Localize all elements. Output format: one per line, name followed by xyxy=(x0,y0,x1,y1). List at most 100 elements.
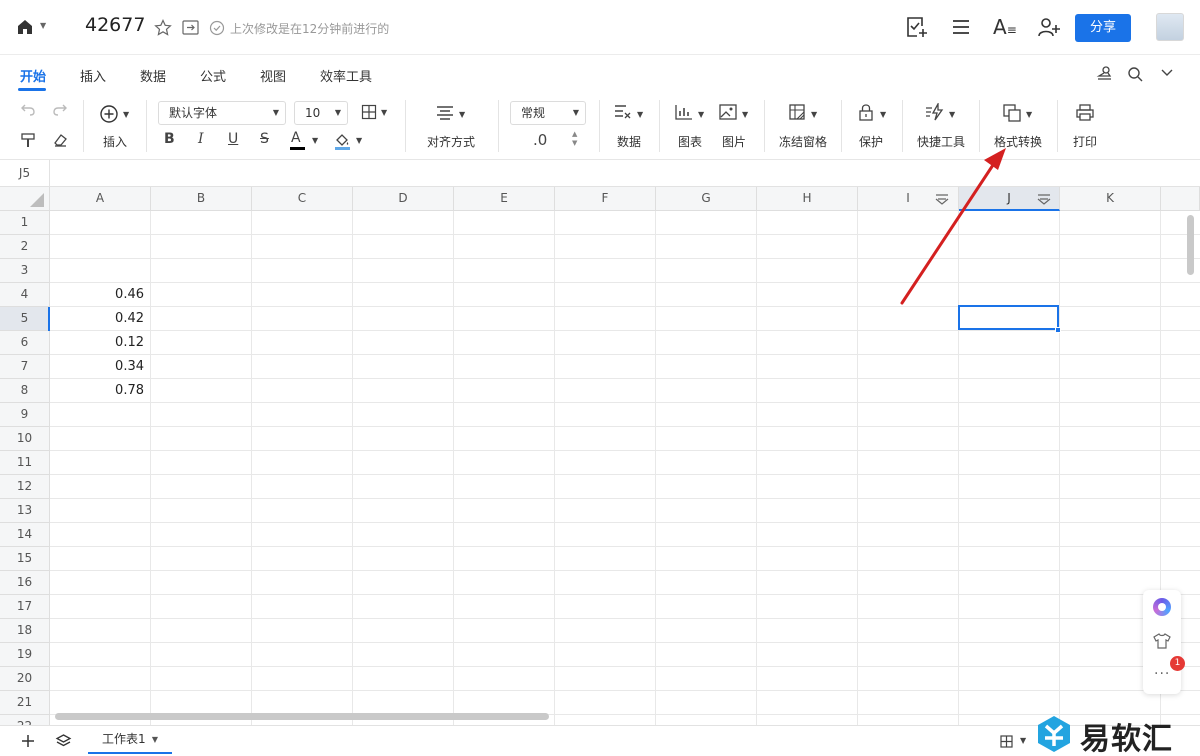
row-header-11[interactable]: 11 xyxy=(0,451,50,475)
print-label[interactable]: 打印 xyxy=(1073,133,1097,150)
row-header-14[interactable]: 14 xyxy=(0,523,50,547)
chevron-down-icon[interactable] xyxy=(1160,68,1174,78)
fill-handle[interactable] xyxy=(1055,327,1061,333)
data-icon[interactable] xyxy=(614,104,632,121)
row-header-19[interactable]: 19 xyxy=(0,643,50,667)
sheet-tab-caret-icon[interactable]: ▼ xyxy=(152,726,158,753)
format-convert-icon[interactable] xyxy=(1003,104,1021,122)
column-header-k[interactable]: K xyxy=(1060,187,1161,211)
freeze-caret-icon[interactable]: ▼ xyxy=(811,110,817,119)
sheet-tab-1[interactable]: 工作表1 ▼ xyxy=(88,726,172,754)
document-title[interactable]: 42677 xyxy=(85,14,145,36)
align-label[interactable]: 对齐方式 xyxy=(427,133,475,150)
cell-a8[interactable]: 0.78 xyxy=(50,379,144,403)
quick-tools-icon[interactable] xyxy=(925,103,945,121)
underline-button[interactable]: U xyxy=(228,131,238,147)
cell-a7[interactable]: 0.34 xyxy=(50,355,144,379)
tab-formula[interactable]: 公式 xyxy=(200,66,226,85)
column-header-c[interactable]: C xyxy=(252,187,353,211)
chart-icon[interactable] xyxy=(675,104,693,120)
insert-label[interactable]: 插入 xyxy=(103,133,127,150)
protect-label[interactable]: 保护 xyxy=(859,133,883,150)
task-add-icon[interactable] xyxy=(905,16,929,38)
fill-color-caret-icon[interactable]: ▼ xyxy=(356,136,362,145)
avatar[interactable] xyxy=(1156,13,1184,41)
freeze-panes-label[interactable]: 冻结窗格 xyxy=(779,133,827,150)
border-caret-icon[interactable]: ▼ xyxy=(381,108,387,117)
bold-button[interactable]: B xyxy=(164,131,175,147)
column-header-f[interactable]: F xyxy=(555,187,656,211)
row-header-6[interactable]: 6 xyxy=(0,331,50,355)
search-icon[interactable] xyxy=(1127,66,1143,82)
row-header-20[interactable]: 20 xyxy=(0,667,50,691)
number-format-select[interactable]: 常规 ▼ xyxy=(510,101,586,125)
view-caret-icon[interactable]: ▼ xyxy=(1020,736,1026,745)
select-all-corner[interactable] xyxy=(0,187,50,211)
image-label[interactable]: 图片 xyxy=(722,133,746,150)
eraser-icon[interactable] xyxy=(52,132,68,148)
column-header-a[interactable]: A xyxy=(50,187,151,211)
align-icon[interactable] xyxy=(436,105,454,120)
freeze-panes-icon[interactable] xyxy=(789,104,805,120)
cell-a4[interactable]: 0.46 xyxy=(50,283,144,307)
row-header-10[interactable]: 10 xyxy=(0,427,50,451)
horizontal-scrollbar[interactable] xyxy=(55,713,549,720)
cell-a5[interactable]: 0.42 xyxy=(50,307,144,331)
grid-view-icon[interactable] xyxy=(1000,735,1013,748)
move-to-folder-icon[interactable] xyxy=(182,20,199,35)
quick-tools-caret-icon[interactable]: ▼ xyxy=(949,110,955,119)
image-icon[interactable] xyxy=(719,104,737,120)
home-dropdown-caret-icon[interactable]: ▼ xyxy=(40,21,46,30)
column-header-b[interactable]: B xyxy=(151,187,252,211)
column-header-e[interactable]: E xyxy=(454,187,555,211)
strikethrough-button[interactable]: S xyxy=(260,131,269,147)
cell-a6[interactable]: 0.12 xyxy=(50,331,144,355)
lock-icon[interactable] xyxy=(859,103,873,121)
insert-plus-icon[interactable] xyxy=(99,104,119,124)
row-header-8[interactable]: 8 xyxy=(0,379,50,403)
sheet-grid[interactable]: ABCDEFGHIJK 1 2 3 4 5 6 7 8 9 10 11 12 13 14 15 16 17 18 1… xyxy=(0,187,1200,725)
data-label[interactable]: 数据 xyxy=(617,133,641,150)
row-header-12[interactable]: 12 xyxy=(0,475,50,499)
tab-view[interactable]: 视图 xyxy=(260,66,286,85)
column-filter-icon[interactable] xyxy=(934,192,950,206)
row-header-3[interactable]: 3 xyxy=(0,259,50,283)
row-header-9[interactable]: 9 xyxy=(0,403,50,427)
decimal-stepper-icon[interactable]: ▲ ▼ xyxy=(572,130,577,148)
insert-caret-icon[interactable]: ▼ xyxy=(123,110,129,119)
row-header-22[interactable]: 22 xyxy=(0,715,50,725)
home-icon[interactable] xyxy=(16,18,34,36)
vertical-scrollbar[interactable] xyxy=(1187,215,1194,275)
tab-efficiency-tools[interactable]: 效率工具 xyxy=(320,66,372,85)
align-caret-icon[interactable]: ▼ xyxy=(459,110,465,119)
star-icon[interactable] xyxy=(154,19,172,37)
font-size-select[interactable]: 10 ▼ xyxy=(294,101,348,125)
redo-icon[interactable] xyxy=(52,103,68,117)
row-header-13[interactable]: 13 xyxy=(0,499,50,523)
font-family-select[interactable]: 默认字体 ▼ xyxy=(158,101,286,125)
tab-insert[interactable]: 插入 xyxy=(80,66,106,85)
row-header-1[interactable]: 1 xyxy=(0,211,50,235)
chart-label[interactable]: 图表 xyxy=(678,133,702,150)
format-convert-label[interactable]: 格式转换 xyxy=(994,133,1042,150)
font-color-button[interactable]: A xyxy=(291,130,301,146)
row-header-7[interactable]: 7 xyxy=(0,355,50,379)
format-convert-caret-icon[interactable]: ▼ xyxy=(1026,110,1032,119)
add-sheet-icon[interactable] xyxy=(20,733,36,749)
row-header-16[interactable]: 16 xyxy=(0,571,50,595)
column-header-h[interactable]: H xyxy=(757,187,858,211)
row-header-2[interactable]: 2 xyxy=(0,235,50,259)
format-painter-icon[interactable] xyxy=(20,132,36,148)
row-header-15[interactable]: 15 xyxy=(0,547,50,571)
chart-caret-icon[interactable]: ▼ xyxy=(698,110,704,119)
italic-button[interactable]: I xyxy=(198,131,204,147)
quick-tools-label[interactable]: 快捷工具 xyxy=(917,133,965,150)
font-color-caret-icon[interactable]: ▼ xyxy=(312,136,318,145)
data-caret-icon[interactable]: ▼ xyxy=(637,110,643,119)
column-header-g[interactable]: G xyxy=(656,187,757,211)
column-header-partial[interactable] xyxy=(1161,187,1200,211)
row-header-21[interactable]: 21 xyxy=(0,691,50,715)
column-filter-icon[interactable] xyxy=(1036,192,1052,206)
sheet-list-layers-icon[interactable] xyxy=(55,733,72,749)
name-box[interactable]: J5 xyxy=(0,160,50,186)
